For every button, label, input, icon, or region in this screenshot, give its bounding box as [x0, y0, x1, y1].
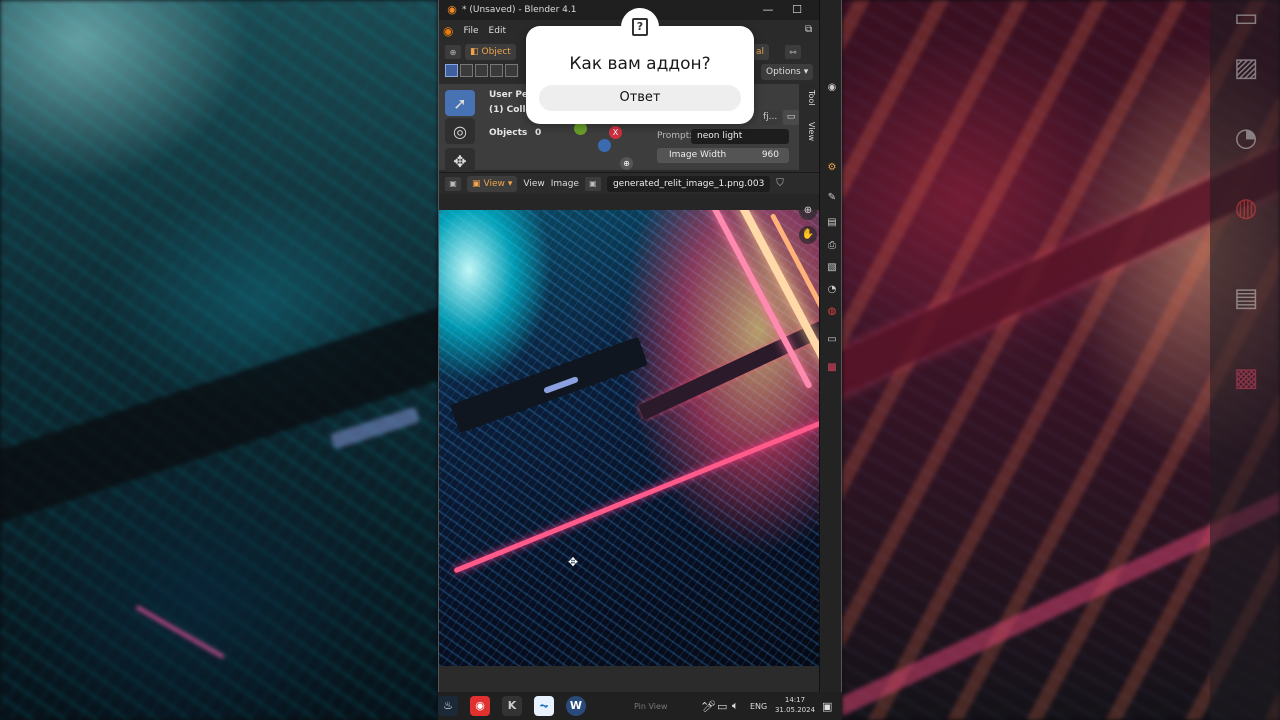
select-tool-icon[interactable]: ➚	[445, 90, 475, 116]
view-layer-icon[interactable]: ▧	[824, 260, 840, 276]
microphone-icon[interactable]: 🎤︎	[702, 692, 716, 720]
image-view-icon: ▣	[472, 178, 481, 189]
shield-icon[interactable]: ⛉	[776, 178, 784, 189]
pan-hand-icon[interactable]: ✋	[799, 226, 817, 244]
texture-icon[interactable]: ▩	[824, 360, 840, 376]
world-icon[interactable]: ◍	[824, 304, 840, 320]
wrench-icon[interactable]: ✎	[824, 190, 840, 206]
editor-type-icon[interactable]: ⊕	[445, 45, 461, 59]
question-icon: ?	[621, 8, 659, 46]
screen: ▭ ▨ ◔ ◍ ▤ ▩ ◉ * (Unsaved) - Blender 4.1 …	[0, 0, 1280, 720]
chevron-down-icon: ▾	[507, 178, 513, 189]
drops-icon: ◔	[1234, 123, 1258, 153]
menu-edit[interactable]: Edit	[489, 26, 506, 36]
menu-image[interactable]: Image	[551, 179, 579, 189]
chevron-down-icon: ▾	[803, 67, 809, 77]
move-tool-icon[interactable]: ✥	[445, 148, 475, 174]
image-width-value: 960	[761, 150, 779, 160]
background-icon-strip: ▭ ▨ ◔ ◍ ▤ ▩	[1210, 0, 1280, 720]
feedback-popup: ? Как вам аддон? Ответ	[526, 8, 754, 124]
camera-icon[interactable]: ◉	[824, 80, 840, 96]
cursor-tool-icon[interactable]: ◎	[445, 118, 475, 144]
image-editor-header: ▣ ▣ View ▾ View Image ▣ generated_relit_…	[439, 172, 819, 194]
gizmo-z-axis[interactable]	[598, 139, 611, 152]
properties-tabs: ◉ ⚙ ✎ ▤ ⎙ ▧ ◔ ◍ ▭ ▩	[819, 0, 841, 692]
answer-button[interactable]: Ответ	[539, 85, 741, 111]
window-title: * (Unsaved) - Blender 4.1	[462, 5, 577, 15]
objects-label: Objects	[489, 128, 528, 138]
globe-icon: ◍	[1234, 193, 1258, 223]
minimize-button[interactable]: —	[753, 0, 783, 20]
blender-menu-icon[interactable]: ◉	[443, 24, 453, 38]
background-left	[0, 0, 438, 720]
path-field[interactable]: fj...	[761, 110, 781, 125]
image-width-field[interactable]: Image Width 960	[657, 148, 789, 163]
language-indicator[interactable]: ENG	[750, 692, 767, 720]
menu-view[interactable]: View	[523, 179, 544, 189]
options-label: Options	[766, 67, 801, 77]
overlay-icon[interactable]: ⚯	[785, 45, 801, 59]
app-red-icon[interactable]: ◉	[470, 696, 490, 716]
blender-logo-icon: ◉	[447, 3, 457, 16]
tool-settings-icon[interactable]: ⚙	[824, 160, 840, 176]
rendered-image	[439, 210, 819, 666]
network-icon[interactable]: ▭	[717, 692, 727, 720]
blurred-icon: ▭	[1233, 3, 1259, 33]
gizmo-x-axis[interactable]: X	[609, 126, 622, 139]
scene-icon[interactable]: ◔	[824, 282, 840, 298]
image-icon: ▨	[1233, 53, 1259, 83]
tab-tool[interactable]: Tool	[802, 90, 816, 106]
menu-file[interactable]: File	[463, 26, 478, 36]
prompt-input[interactable]: neon light	[691, 129, 789, 144]
clock[interactable]: 14:17 31.05.2024	[774, 695, 816, 715]
k-app-icon[interactable]: K	[502, 696, 522, 716]
select-subtract-icon[interactable]	[475, 64, 488, 77]
object-mode-icon: ◧	[470, 47, 479, 57]
maximize-button[interactable]: ☐	[782, 0, 812, 20]
objects-value: 0	[535, 128, 542, 138]
output-icon[interactable]: ⎙	[824, 238, 840, 254]
options-dropdown[interactable]: Options ▾	[761, 64, 814, 80]
folder-icon[interactable]: ▭	[783, 110, 799, 125]
volume-icon[interactable]: 🔈︎	[732, 692, 739, 720]
image-name-field[interactable]: generated_relit_image_1.png.003	[606, 175, 771, 192]
image-browse-icon[interactable]: ▣	[584, 176, 601, 191]
steam-icon[interactable]: ♨	[438, 696, 458, 716]
checker-icon: ▩	[1233, 363, 1259, 393]
image-editor-type-icon[interactable]: ▣	[445, 176, 461, 191]
select-mode-row	[445, 64, 518, 82]
pin-view-label: Pin View	[634, 701, 668, 711]
move-cursor-icon: ✥	[568, 555, 579, 569]
copy-icon[interactable]: ⧉	[805, 24, 819, 38]
clock-date: 31.05.2024	[774, 706, 816, 714]
view-mode-selector[interactable]: ▣ View ▾	[467, 175, 518, 192]
select-intersect-icon[interactable]	[505, 64, 518, 77]
mode-selector[interactable]: ◧ Object	[465, 44, 516, 60]
prompt-label: Prompt:	[657, 131, 693, 141]
w-app-icon[interactable]: W	[566, 696, 586, 716]
sidebar-tabs: Tool View	[799, 84, 819, 170]
image-area[interactable]: ⊕ ✋ ✥	[439, 194, 819, 666]
image-width-label: Image Width	[669, 150, 727, 160]
taskbar: ♨ ◉ K ⏦ W Pin View ⌃ 🎤︎ ▭ 🔈︎ ENG 14:17 3…	[438, 692, 842, 720]
notification-icon[interactable]: ▣	[822, 692, 832, 720]
zoom-icon[interactable]: ⊕	[620, 157, 633, 170]
chart-app-icon[interactable]: ⏦	[534, 696, 554, 716]
select-box-icon[interactable]	[445, 64, 458, 77]
archive-icon: ▤	[1233, 283, 1259, 313]
mode-label: Object	[481, 47, 511, 57]
select-extend-icon[interactable]	[460, 64, 473, 77]
clock-time: 14:17	[784, 696, 806, 704]
collection-icon[interactable]: ▭	[824, 332, 840, 348]
view-mode-label: View	[483, 178, 505, 189]
tab-view[interactable]: View	[802, 122, 816, 141]
render-icon[interactable]: ▤	[824, 215, 840, 231]
zoom-icon[interactable]: ⊕	[799, 202, 817, 220]
popup-question: Как вам аддон?	[569, 54, 711, 74]
select-invert-icon[interactable]	[490, 64, 503, 77]
